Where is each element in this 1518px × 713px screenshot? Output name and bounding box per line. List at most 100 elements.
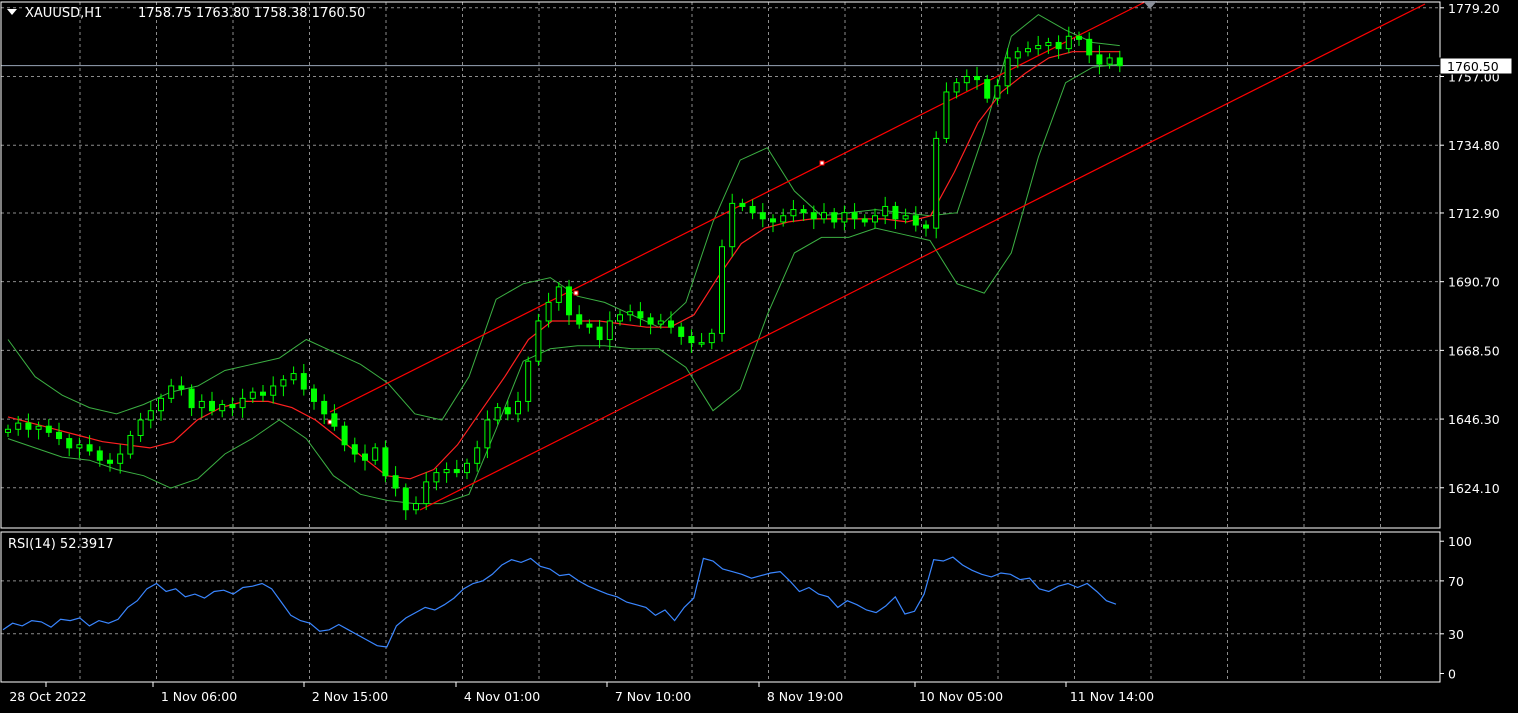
candle-body: [535, 320, 542, 362]
candle-body: [555, 286, 562, 303]
candle-body: [382, 447, 389, 477]
candle-body: [749, 205, 756, 214]
candle-body: [504, 407, 511, 415]
candle-body: [678, 326, 685, 337]
candle-body: [515, 400, 521, 415]
rsi-header-label: RSI(14) 52.3917: [8, 537, 114, 552]
candle-body: [1025, 48, 1031, 53]
symbol-label: XAUUSD,H1: [25, 6, 102, 21]
candle-body: [596, 326, 603, 341]
candle-body: [362, 453, 368, 461]
candle-body: [423, 481, 430, 505]
candle-body: [759, 212, 766, 220]
rsi-tick-label: 100: [1448, 534, 1472, 549]
candle-body: [290, 373, 297, 381]
candle: [943, 82, 950, 144]
candle-body: [56, 431, 62, 440]
candle-body: [841, 212, 848, 223]
candle-body: [647, 317, 654, 325]
candle-body: [127, 434, 134, 455]
symbol-header[interactable]: XAUUSD,H1 1758.75 1763.80 1758.38 1760.5…: [7, 6, 365, 21]
candle: [127, 430, 134, 459]
candle-body: [76, 444, 83, 449]
y-tick-label: 1624.10: [1448, 481, 1500, 496]
x-tick-label: 11 Nov 14:00: [1070, 689, 1154, 704]
chart-background: [0, 0, 1518, 713]
candle-body: [168, 385, 175, 399]
candle-body: [1055, 41, 1062, 50]
candle-body: [902, 215, 909, 220]
candle-body: [494, 407, 501, 421]
candle-body: [545, 301, 552, 322]
candle-body: [1106, 57, 1113, 65]
candle-body: [86, 444, 93, 452]
candle-body: [372, 447, 379, 461]
candle: [984, 74, 991, 103]
x-tick-label: 7 Nov 10:00: [615, 689, 691, 704]
candle-body: [790, 209, 797, 217]
current-price-tag: 1760.50: [1439, 57, 1513, 75]
candle-body: [158, 397, 164, 412]
candle-body: [270, 385, 277, 396]
y-tick-label: 1690.70: [1448, 275, 1500, 290]
channel-anchor-marker[interactable]: [819, 160, 825, 166]
candle-body: [708, 332, 715, 344]
candle-body: [770, 218, 776, 223]
candle-body: [800, 209, 807, 214]
candle-body: [627, 311, 634, 316]
candle-body: [1045, 41, 1052, 47]
candle-body: [984, 79, 991, 99]
candle-body: [341, 425, 348, 446]
candle-body: [300, 373, 307, 390]
candle-body: [892, 205, 899, 220]
candle-body: [882, 205, 889, 217]
candle-body: [617, 314, 623, 322]
candle-body: [474, 447, 481, 464]
candle-body: [780, 215, 787, 223]
candle-body: [1014, 51, 1021, 59]
x-tick-label: 8 Nov 19:00: [767, 689, 843, 704]
candle-body: [576, 314, 583, 325]
candle-body: [198, 400, 205, 409]
candle-body: [443, 469, 450, 474]
candle-body: [219, 404, 226, 412]
candle-body: [25, 422, 32, 430]
x-tick-label: 4 Nov 01:00: [464, 689, 540, 704]
candle-body: [912, 215, 919, 226]
candle-body: [637, 311, 644, 319]
channel-anchor-marker[interactable]: [573, 290, 579, 296]
ohlc-values: 1758.75 1763.80 1758.38 1760.50: [138, 6, 365, 21]
current-price-tag-text: 1760.50: [1447, 59, 1499, 74]
candle-body: [188, 388, 195, 409]
candle-body: [484, 419, 491, 449]
y-tick-label: 1668.50: [1448, 343, 1500, 358]
candle-body: [96, 450, 103, 461]
candle-body: [107, 459, 113, 464]
candle-body: [117, 453, 124, 464]
candle-body: [66, 438, 73, 449]
candle-body: [923, 224, 929, 229]
candle-body: [1096, 54, 1103, 65]
y-tick-label: 1712.90: [1448, 206, 1500, 221]
candle-body: [668, 320, 674, 328]
rsi-tick-label: 0: [1448, 667, 1456, 682]
candle-body: [413, 503, 419, 511]
y-tick-label: 1646.30: [1448, 412, 1500, 427]
candle-body: [994, 85, 1001, 99]
y-tick-label: 1734.80: [1448, 138, 1500, 153]
candle-body: [249, 391, 256, 399]
candle-body: [351, 444, 358, 455]
candle-body: [137, 419, 144, 436]
candle-body: [453, 469, 460, 474]
candle-body: [147, 410, 154, 421]
candle-body: [1086, 38, 1093, 56]
candle-body: [698, 342, 705, 345]
x-tick-label: 28 Oct 2022: [9, 689, 86, 704]
candle-body: [45, 425, 52, 433]
candle-body: [229, 404, 236, 409]
candle-body: [872, 215, 878, 223]
candle-body: [1035, 45, 1042, 50]
candle-body: [933, 137, 940, 229]
y-tick-label: 1779.20: [1448, 1, 1500, 16]
candle-body: [821, 212, 827, 220]
